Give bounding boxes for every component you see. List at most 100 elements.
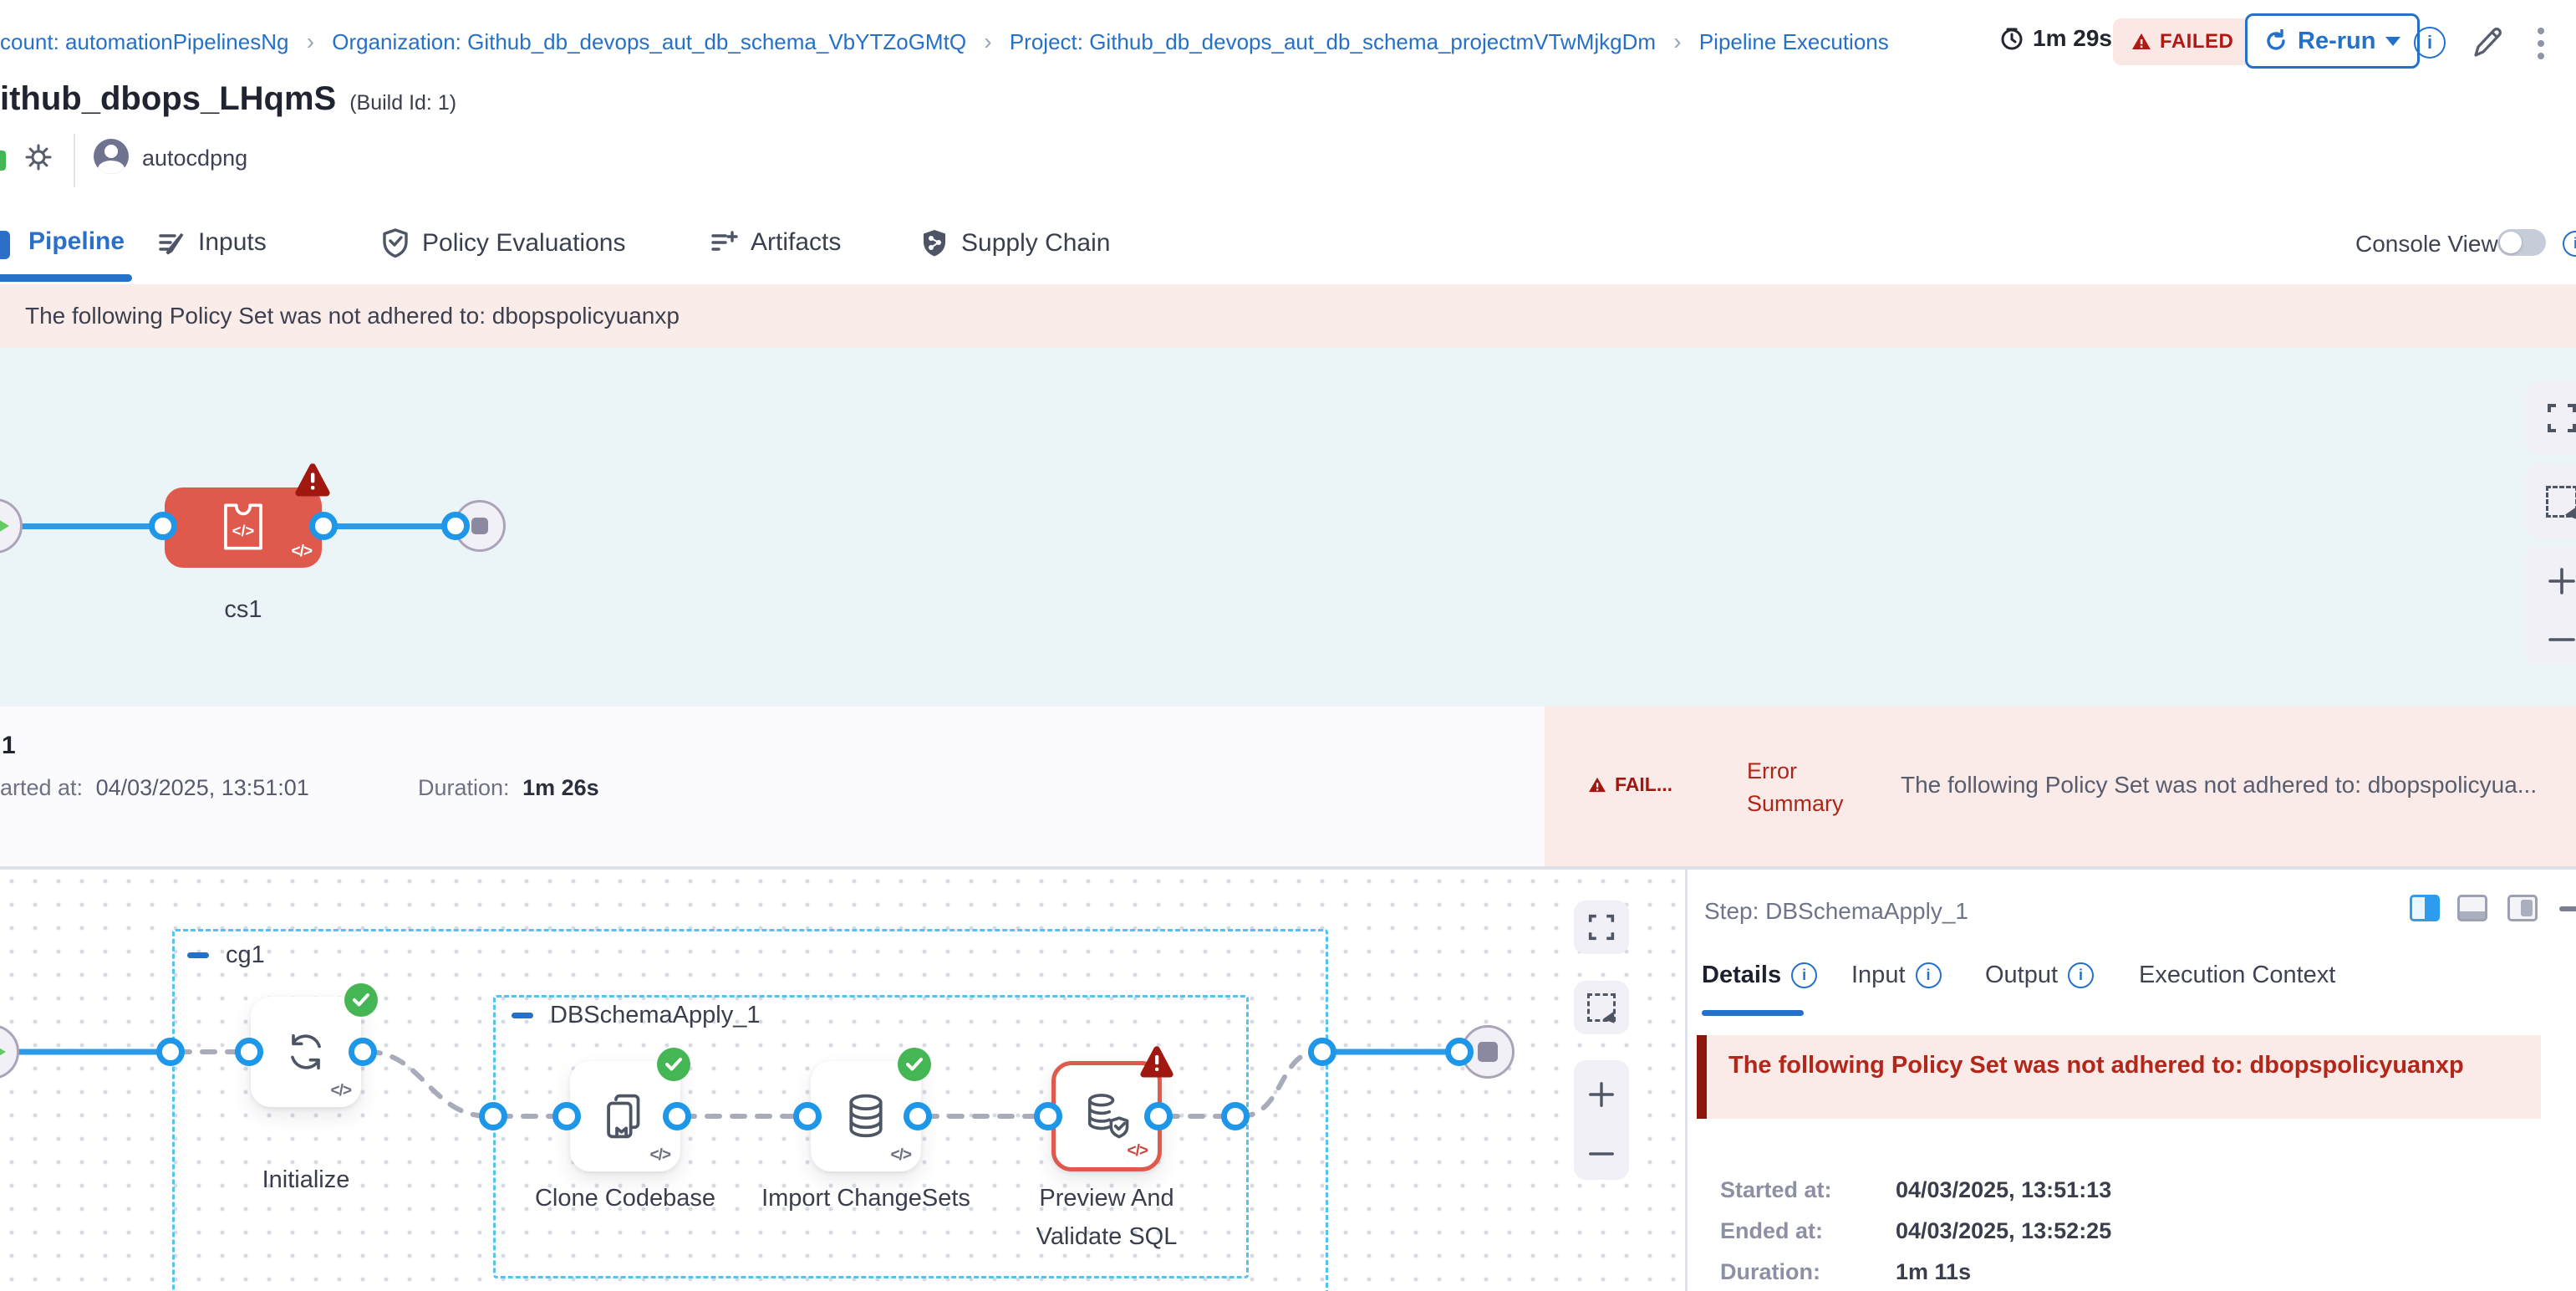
layout-floating-icon[interactable]	[2507, 895, 2538, 921]
panel-tab-details[interactable]: Details	[1702, 962, 1817, 989]
panel-tab-input[interactable]: Input	[1851, 962, 1942, 989]
step-details-panel: Step: DBSchemaApply_1 Details Input Outp…	[1688, 870, 2576, 1291]
fullscreen-button[interactable]	[1574, 901, 1629, 954]
step-error-badge	[1138, 1045, 1175, 1083]
stage-info-row: 1 arted at: 04/03/2025, 13:51:01 Duratio…	[0, 707, 2576, 870]
stop-icon	[1478, 1042, 1498, 1062]
connector-port[interactable]	[235, 1038, 263, 1066]
breadcrumb-organization[interactable]: Organization: Github_db_devops_aut_db_sc…	[332, 29, 966, 54]
sync-icon	[281, 1027, 331, 1077]
connector-port[interactable]	[479, 1102, 507, 1130]
warning-icon	[2131, 33, 2151, 51]
info-icon[interactable]	[2068, 962, 2094, 988]
avatar	[94, 139, 129, 174]
zoom-in-button[interactable]	[1587, 1080, 1616, 1109]
pipeline-execution-screen: count: automationPipelinesNg › Organizat…	[0, 0, 2576, 1291]
gear-icon[interactable]	[22, 140, 55, 178]
layout-bottom-icon[interactable]	[2457, 895, 2487, 921]
info-icon[interactable]	[1791, 962, 1817, 988]
console-view-toggle[interactable]	[2497, 229, 2546, 256]
tab-pipeline[interactable]: Pipeline	[28, 227, 125, 256]
play-icon	[0, 513, 9, 539]
connector-port[interactable]	[904, 1102, 932, 1130]
fullscreen-button[interactable]	[2526, 381, 2576, 455]
tab-supply-chain-label: Supply Chain	[961, 229, 1110, 258]
detail-value: 1m 11s	[1896, 1259, 1971, 1285]
stepgroup-label: DBSchemaApply_1	[550, 1002, 760, 1029]
connector-port[interactable]	[663, 1102, 691, 1130]
policy-banner-text: The following Policy Set was not adhered…	[25, 303, 680, 329]
connector-port[interactable]	[149, 512, 177, 540]
elapsed-time: 1m 29s	[1999, 25, 2112, 52]
status-badge-label: FAILED	[2160, 30, 2233, 54]
shield-check-icon	[380, 227, 410, 259]
build-id: (Build Id: 1)	[349, 91, 456, 115]
connector-port[interactable]	[1445, 1038, 1474, 1066]
connector-port[interactable]	[349, 1038, 377, 1066]
connector-port[interactable]	[552, 1102, 581, 1130]
tab-inputs[interactable]: Inputs	[156, 227, 267, 258]
success-badge	[344, 983, 378, 1017]
collapse-icon[interactable]	[187, 952, 209, 958]
stage-group-label: cg1	[226, 941, 265, 969]
minimize-panel-icon[interactable]	[2559, 906, 2576, 911]
breadcrumb-project[interactable]: Project: Github_db_devops_aut_db_schema_…	[1010, 29, 1656, 54]
edit-pencil-icon[interactable]	[2467, 22, 2506, 64]
connector-port[interactable]	[1221, 1102, 1250, 1130]
active-panel-tab-underline	[1702, 1010, 1804, 1016]
execution-tabs: Pipeline Inputs Policy Evaluations	[0, 209, 2576, 284]
connector-port[interactable]	[793, 1102, 822, 1130]
zoom-out-button[interactable]	[2547, 634, 2576, 646]
panel-tab-output[interactable]: Output	[1985, 962, 2094, 989]
info-icon[interactable]	[1916, 962, 1942, 988]
active-tab-underline	[0, 274, 132, 282]
stage-error-section: FAIL... Error Summary The following Poli…	[1545, 707, 2576, 866]
connector-port[interactable]	[1144, 1102, 1173, 1130]
connector-port[interactable]	[156, 1038, 185, 1066]
status-strip	[0, 151, 6, 171]
breadcrumb-pipeline-executions[interactable]: Pipeline Executions	[1699, 29, 1889, 54]
info-icon[interactable]	[2414, 27, 2446, 59]
status-badge: FAILED	[2113, 18, 2252, 65]
rerun-button[interactable]: Re-run	[2245, 13, 2420, 69]
code-glyph: </>	[331, 1082, 351, 1100]
stage-graph-canvas[interactable]: </> </> cs1	[0, 348, 2576, 707]
connector-port[interactable]	[309, 512, 338, 540]
duration-label: Duration:	[418, 775, 510, 800]
supply-chain-shield-icon	[919, 227, 949, 259]
marquee-select-button[interactable]	[2526, 465, 2576, 538]
tab-inputs-label: Inputs	[198, 228, 267, 257]
marquee-select-button[interactable]	[1574, 981, 1629, 1034]
connector-port[interactable]	[1308, 1038, 1336, 1066]
collapse-icon[interactable]	[512, 1013, 533, 1018]
pipeline-tab-icon	[0, 231, 10, 259]
kebab-menu-icon[interactable]	[2538, 22, 2544, 65]
layout-split-right-icon[interactable]	[2410, 895, 2440, 921]
chevron-down-icon	[2385, 37, 2400, 46]
pipeline-name: ithub_dbops_LHqmS	[0, 80, 336, 117]
connector-port[interactable]	[441, 512, 470, 540]
zoom-in-button[interactable]	[2547, 566, 2576, 596]
detail-value: 04/03/2025, 13:52:25	[1896, 1218, 2111, 1244]
database-shield-icon	[1080, 1089, 1133, 1143]
started-at-label: arted at:	[0, 775, 83, 800]
breadcrumb-account[interactable]: count: automationPipelinesNg	[0, 29, 288, 54]
info-icon[interactable]	[2563, 231, 2576, 257]
tab-policy-label: Policy Evaluations	[422, 229, 625, 258]
artifacts-icon	[709, 227, 739, 258]
connector-port[interactable]	[1034, 1102, 1062, 1130]
zoom-controls	[1574, 1060, 1629, 1180]
tab-artifacts[interactable]: Artifacts	[709, 227, 841, 258]
tab-policy-evaluations[interactable]: Policy Evaluations	[380, 227, 625, 259]
step-graph-canvas[interactable]: cg1 DBSchemaApply_1	[0, 870, 1685, 1291]
zoom-out-button[interactable]	[1587, 1148, 1616, 1160]
success-badge	[898, 1048, 931, 1081]
step-node-initialize[interactable]: </>	[251, 997, 361, 1107]
code-glyph: </>	[292, 543, 312, 561]
console-view-label: Console View	[2355, 231, 2498, 258]
rerun-button-label: Re-run	[2298, 28, 2375, 55]
stage-node-label: cs1	[224, 590, 262, 629]
panel-tab-input-label: Input	[1851, 962, 1906, 989]
panel-tab-execution-context[interactable]: Execution Context	[2139, 962, 2335, 989]
tab-supply-chain[interactable]: Supply Chain	[919, 227, 1110, 259]
